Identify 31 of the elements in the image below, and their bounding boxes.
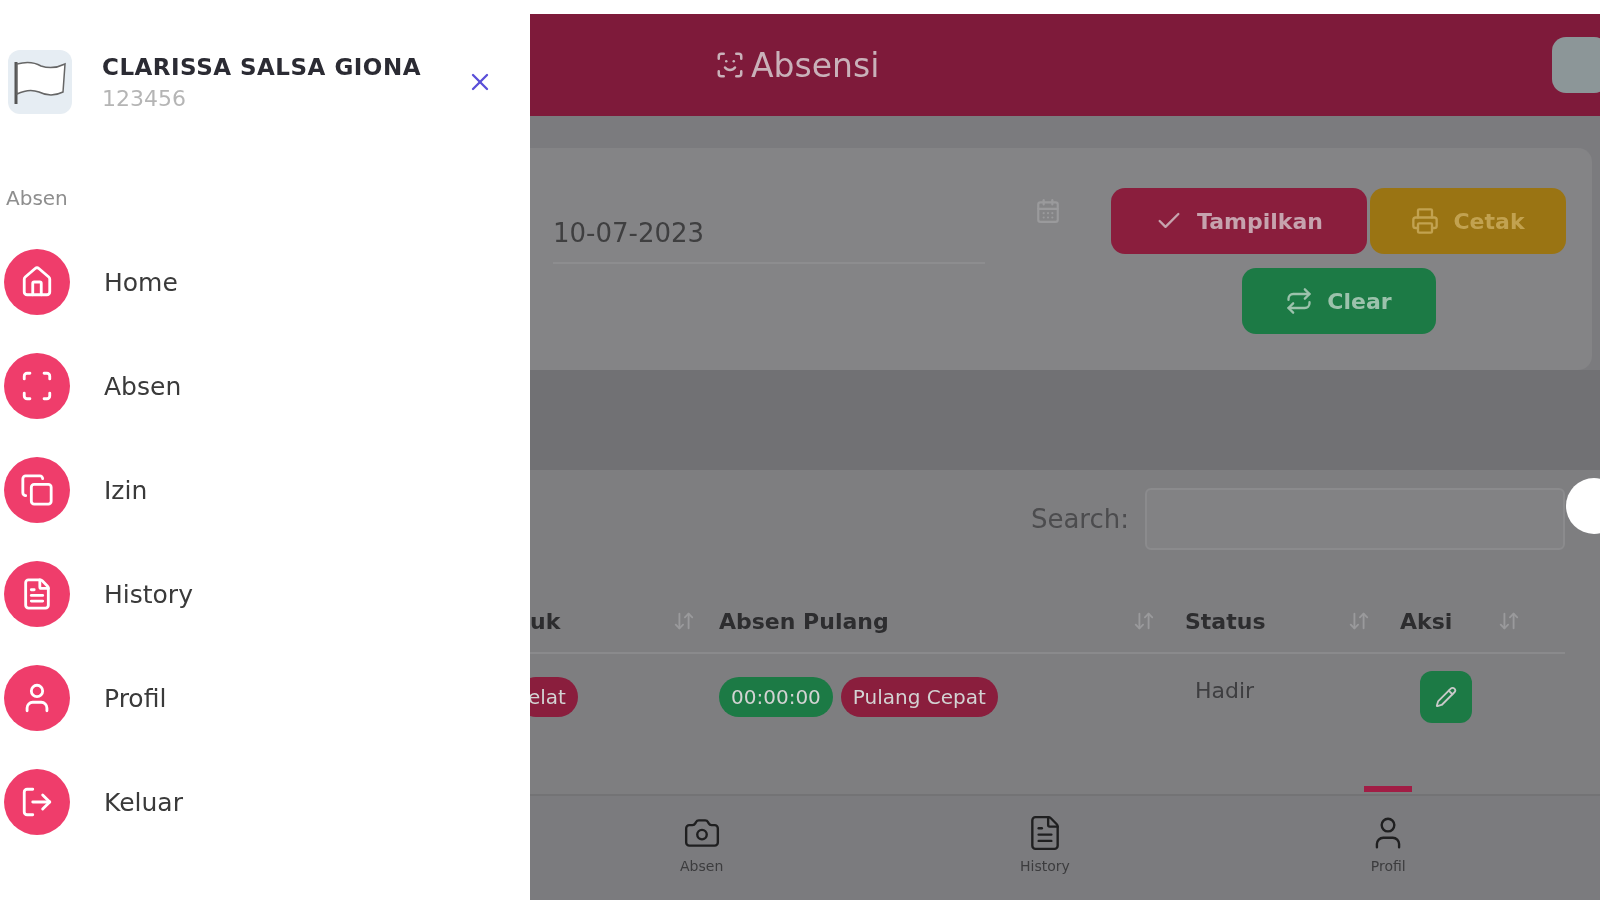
date-field[interactable]: 10-07-2023 xyxy=(553,204,985,264)
nav-item[interactable]: Profil xyxy=(1370,858,1406,874)
column-header[interactable]: Aksi xyxy=(1400,608,1453,634)
column-header[interactable]: Status xyxy=(1185,608,1266,634)
menu-item[interactable]: Izin xyxy=(104,475,148,505)
section-label: Absen xyxy=(6,186,69,210)
button[interactable]: Cetak xyxy=(1370,188,1566,254)
menu-item[interactable]: Home xyxy=(104,267,178,297)
app-title: Absensi xyxy=(715,45,880,85)
nav-item[interactable]: History xyxy=(1020,858,1070,874)
menu-item[interactable]: Keluar xyxy=(104,787,183,817)
menu-item[interactable]: Absen xyxy=(104,371,182,401)
nav-item[interactable]: Absen xyxy=(680,858,724,874)
menu-item[interactable]: History xyxy=(104,579,193,609)
header-avatar[interactable] xyxy=(1552,37,1600,93)
button[interactable]: Clear xyxy=(1241,268,1436,334)
face-scan-icon xyxy=(715,50,745,80)
pencil-icon xyxy=(1435,686,1457,708)
status-badge: 00:00:00 xyxy=(719,677,833,717)
printer-icon xyxy=(1411,207,1440,235)
user-id: 123456 xyxy=(102,85,187,111)
user-name: CLARISSA SALSA GIONA xyxy=(102,53,422,80)
repeat-icon xyxy=(1285,287,1314,315)
column-header[interactable]: uk xyxy=(530,608,561,634)
table-cell-text: Hadir xyxy=(1195,677,1256,703)
edit-button[interactable] xyxy=(1420,671,1472,723)
status-badge: Pulang Cepat xyxy=(840,677,998,717)
search-field[interactable] xyxy=(1145,488,1565,550)
menu-item[interactable]: Profil xyxy=(104,683,167,713)
column-header[interactable]: Absen Pulang xyxy=(719,608,889,634)
button[interactable]: Tampilkan xyxy=(1111,188,1367,254)
